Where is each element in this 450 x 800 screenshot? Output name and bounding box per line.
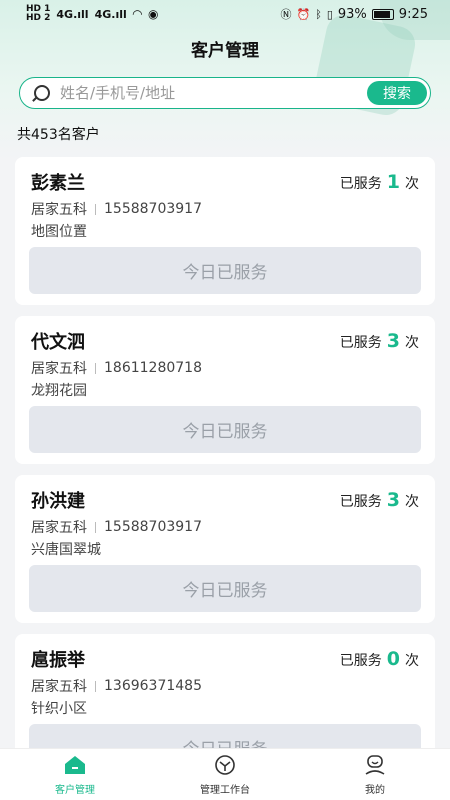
- sim-indicators: HD 1 HD 2: [26, 5, 50, 23]
- sim2-label: HD 2: [26, 13, 51, 23]
- status-bar: HD 1 HD 2 4G.ıll 4G.ıll ◠ ◉ Ⓝ ⏰ ᛒ ▯ 93% …: [0, 0, 450, 28]
- customer-name: 扈振举: [31, 650, 85, 671]
- divider: [95, 362, 96, 374]
- service-count-prefix: 已服务: [339, 494, 382, 510]
- wifi-icon: ◠: [132, 7, 143, 21]
- served-today-button[interactable]: 今日已服务: [29, 406, 421, 453]
- customer-name: 代文泗: [31, 332, 85, 353]
- alarm-icon: ⏰: [296, 7, 311, 21]
- tab-label: 客户管理: [55, 785, 95, 796]
- customer-group: 居家五科: [31, 520, 87, 536]
- customer-group: 居家五科: [31, 679, 87, 695]
- home-icon: [62, 753, 88, 777]
- service-count: 已服务 1 次: [340, 171, 419, 193]
- service-count-suffix: 次: [405, 335, 419, 351]
- customer-name: 彭素兰: [31, 173, 85, 194]
- service-count: 已服务 0 次: [340, 648, 419, 670]
- service-count-value: 3: [386, 489, 400, 511]
- customer-group: 居家五科: [31, 361, 87, 377]
- customer-phone: 13696371485: [104, 678, 202, 694]
- search-icon: [34, 85, 50, 101]
- status-left: HD 1 HD 2 4G.ıll 4G.ıll ◠ ◉: [26, 5, 159, 23]
- profile-icon: [362, 753, 388, 777]
- vibrate-icon: ▯: [326, 7, 333, 21]
- search-input[interactable]: [60, 84, 367, 102]
- service-count-suffix: 次: [405, 176, 419, 192]
- customer-card[interactable]: 代文泗 已服务 3 次 居家五科 18611280718 龙翔花园 今日已服务: [15, 316, 435, 464]
- customer-meta: 居家五科 13696371485: [31, 676, 202, 696]
- nfc-icon: Ⓝ: [280, 8, 292, 21]
- tab-profile[interactable]: 我的: [300, 749, 450, 800]
- search-button[interactable]: 搜索: [367, 81, 427, 105]
- customer-meta: 居家五科 15588703917: [31, 199, 202, 219]
- signal-icon: 4G.ıll: [94, 7, 127, 21]
- battery-icon: [371, 8, 394, 20]
- customer-address: 龙翔花园: [31, 383, 87, 399]
- service-count-suffix: 次: [405, 494, 419, 510]
- service-count-prefix: 已服务: [339, 653, 382, 669]
- customer-meta: 居家五科 18611280718: [31, 358, 202, 378]
- tab-label: 我的: [365, 785, 385, 796]
- customer-card[interactable]: 彭素兰 已服务 1 次 居家五科 15588703917 地图位置 今日已服务: [15, 157, 435, 305]
- service-count-prefix: 已服务: [339, 335, 382, 351]
- served-today-button[interactable]: 今日已服务: [29, 247, 421, 294]
- customer-phone: 15588703917: [104, 519, 202, 535]
- page-title: 客户管理: [191, 41, 259, 61]
- service-count-suffix: 次: [405, 653, 419, 669]
- service-count-value: 3: [386, 330, 400, 352]
- battery-percent: 93%: [337, 6, 367, 22]
- service-count: 已服务 3 次: [340, 330, 419, 352]
- customer-phone: 15588703917: [104, 201, 202, 217]
- customer-card[interactable]: 孙洪建 已服务 3 次 居家五科 15588703917 兴唐国翠城 今日已服务: [15, 475, 435, 623]
- customer-address: 兴唐国翠城: [31, 542, 101, 558]
- divider: [95, 680, 96, 692]
- eye-icon: ◉: [148, 7, 159, 21]
- bottom-tab-bar: 客户管理 管理工作台 我的: [0, 748, 450, 800]
- service-count: 已服务 3 次: [340, 489, 419, 511]
- status-right: Ⓝ ⏰ ᛒ ▯ 93% 9:25: [281, 6, 428, 22]
- customer-address: 地图位置: [31, 224, 87, 240]
- bluetooth-icon: ᛒ: [315, 7, 322, 21]
- search-bar: 搜索: [19, 77, 431, 109]
- service-count-value: 1: [386, 171, 400, 193]
- tab-workbench[interactable]: 管理工作台: [150, 749, 300, 800]
- customer-name: 孙洪建: [31, 491, 85, 512]
- tab-customer-management[interactable]: 客户管理: [0, 749, 150, 800]
- workbench-icon: [212, 753, 238, 777]
- divider: [95, 521, 96, 533]
- service-count-value: 0: [386, 648, 400, 670]
- served-today-button[interactable]: 今日已服务: [29, 565, 421, 612]
- tab-label: 管理工作台: [200, 785, 250, 796]
- service-count-prefix: 已服务: [339, 176, 382, 192]
- clock: 9:25: [398, 6, 428, 22]
- customer-phone: 18611280718: [104, 360, 202, 376]
- customer-count: 共453名客户: [17, 127, 100, 143]
- divider: [95, 203, 96, 215]
- customer-address: 针织小区: [31, 701, 87, 717]
- customer-meta: 居家五科 15588703917: [31, 517, 202, 537]
- signal-icon: 4G.ıll: [56, 7, 89, 21]
- customer-group: 居家五科: [31, 202, 87, 218]
